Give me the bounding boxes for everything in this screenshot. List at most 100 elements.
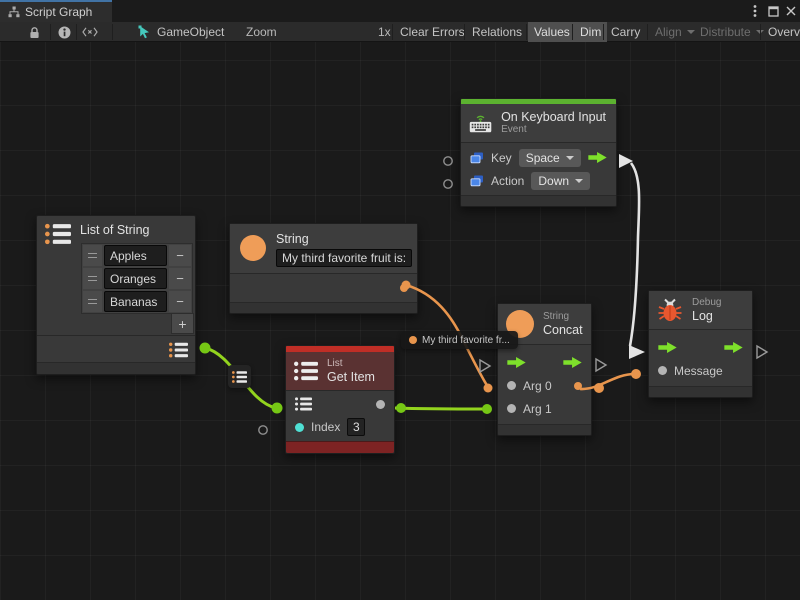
carry-toggle[interactable]: Carry [605, 22, 646, 42]
arg0-input-port[interactable] [507, 381, 516, 390]
graph-canvas[interactable]: On Keyboard Input Event Key Space [0, 42, 800, 600]
code-icon[interactable] [80, 22, 100, 42]
node-title: List of String [80, 223, 149, 237]
tab-bar: Script Graph [0, 0, 800, 22]
list-item-input[interactable]: Oranges [104, 268, 167, 289]
string-circle-icon [240, 235, 266, 261]
node-concat[interactable]: String Concat Arg 0 Arg 1 [497, 303, 592, 436]
flow-input-port[interactable] [658, 342, 677, 353]
object-port-icon[interactable] [470, 152, 484, 164]
key-dropdown[interactable]: Space [519, 149, 581, 167]
gameobject-selector[interactable]: GameObject [157, 22, 224, 42]
tab-title: Script Graph [25, 5, 92, 19]
flow-wire-dest-arrow[interactable] [629, 345, 645, 359]
node-string-literal[interactable]: String My third favorite fruit is: [229, 223, 418, 314]
wire-endpoint[interactable] [631, 369, 641, 379]
action-dropdown[interactable]: Down [531, 172, 590, 190]
list-item-row: Bananas − [82, 290, 192, 313]
wire-endpoint[interactable] [594, 383, 604, 393]
node-get-item[interactable]: List Get Item Index 3 [285, 345, 395, 454]
unconnected-flow-port[interactable] [757, 346, 767, 358]
list-item-input[interactable]: Bananas [104, 291, 167, 312]
remove-item-button[interactable]: − [169, 245, 191, 266]
kebab-menu-icon[interactable] [746, 2, 764, 20]
node-subtitle: Event [501, 124, 606, 136]
unconnected-value-port[interactable] [444, 157, 452, 165]
message-label: Message [674, 364, 723, 378]
zoom-label: Zoom [246, 22, 277, 42]
flow-wire-keyboard-to-log[interactable] [630, 163, 639, 346]
wire-getitem-to-concat[interactable] [395, 408, 488, 409]
values-toggle[interactable]: Values [528, 22, 576, 42]
flow-output-port[interactable] [724, 342, 743, 353]
drag-handle-icon[interactable] [83, 268, 102, 289]
message-input-port[interactable] [658, 366, 667, 375]
node-on-keyboard-input[interactable]: On Keyboard Input Event Key Space [460, 98, 617, 207]
list-item-row: Oranges − [82, 267, 192, 290]
list-output-port[interactable] [169, 342, 188, 358]
add-item-button[interactable]: + [171, 313, 194, 334]
list-item-input[interactable]: Apples [104, 245, 167, 266]
remove-item-button[interactable]: − [169, 291, 191, 312]
unconnected-value-port[interactable] [259, 426, 267, 434]
arg0-label: Arg 0 [523, 379, 552, 393]
wire-value-badge-list [228, 365, 251, 388]
node-debug-log[interactable]: Debug Log Message [648, 290, 753, 398]
zoom-value: 1x [378, 22, 391, 42]
arg1-label: Arg 1 [523, 402, 552, 416]
action-port-label: Action [491, 174, 524, 188]
wire-endpoint[interactable] [200, 343, 211, 354]
string-value-input[interactable]: My third favorite fruit is: [276, 249, 412, 267]
node-list-of-string[interactable]: List of String Apples − Oranges − Banana… [36, 215, 196, 375]
list-input-port[interactable] [295, 397, 312, 411]
string-preview-text: My third favorite fr... [422, 335, 510, 346]
unconnected-flow-port[interactable] [596, 359, 606, 371]
drag-handle-icon[interactable] [83, 291, 102, 312]
remove-item-button[interactable]: − [169, 268, 191, 289]
keyboard-icon [469, 110, 492, 136]
node-title: Concat [543, 323, 583, 337]
drag-handle-icon[interactable] [83, 245, 102, 266]
clear-errors-button[interactable]: Clear Errors [394, 22, 471, 42]
align-dropdown: Align [649, 22, 701, 42]
list-item-row: Apples − [82, 244, 192, 267]
tab-script-graph[interactable]: Script Graph [0, 0, 112, 22]
flow-wire-source-arrow[interactable] [619, 154, 633, 168]
node-title: On Keyboard Input [501, 110, 606, 124]
index-input[interactable]: 3 [347, 418, 365, 436]
wire-endpoint[interactable] [272, 403, 283, 414]
wire-endpoint[interactable] [482, 404, 492, 414]
unconnected-value-port[interactable] [444, 180, 452, 188]
unity-script-graph-window: Script Graph GameO [0, 0, 800, 600]
bug-icon [657, 297, 683, 323]
script-machine-icon [137, 22, 153, 42]
wire-endpoint[interactable] [484, 384, 493, 393]
item-output-port[interactable] [376, 400, 385, 409]
result-output-port[interactable] [574, 382, 582, 390]
unconnected-flow-port[interactable] [480, 360, 490, 372]
node-title: String [276, 232, 412, 246]
key-port-label: Key [491, 151, 512, 165]
maximize-icon[interactable] [764, 2, 782, 20]
graph-hierarchy-icon [8, 6, 20, 18]
lock-icon[interactable] [24, 22, 44, 42]
info-icon[interactable] [54, 22, 74, 42]
object-port-icon[interactable] [470, 175, 484, 187]
overview-button[interactable]: Overv [762, 22, 800, 42]
relations-button[interactable]: Relations [466, 22, 528, 42]
flow-output-port[interactable] [563, 357, 582, 368]
node-subtitle: Debug [692, 297, 721, 309]
close-icon[interactable] [782, 2, 800, 20]
arg1-input-port[interactable] [507, 404, 516, 413]
string-output-port[interactable] [400, 284, 408, 292]
list-icon [294, 361, 318, 381]
index-input-port[interactable] [295, 423, 304, 432]
list-icon [45, 223, 71, 245]
wire-value-badge-string: My third favorite fr... [401, 331, 518, 349]
list-editor: Apples − Oranges − Bananas − [81, 243, 193, 314]
flow-input-port[interactable] [507, 357, 526, 368]
wire-endpoint[interactable] [396, 403, 406, 413]
node-title: Get Item [327, 370, 375, 384]
flow-output-port[interactable] [588, 152, 607, 163]
node-subtitle: List [327, 358, 375, 370]
